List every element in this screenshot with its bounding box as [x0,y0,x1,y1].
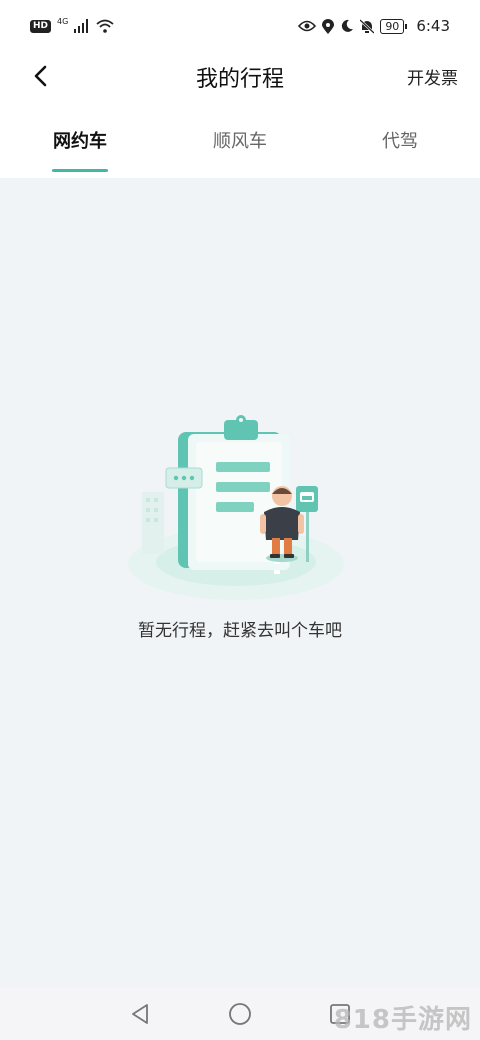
battery-indicator: 90 [380,18,408,34]
status-right: 90 6:43 [298,17,450,35]
invoice-button[interactable]: 开发票 [407,64,458,89]
empty-state-message: 暂无行程，赶紧去叫个车吧 [138,621,342,641]
moon-icon [342,19,354,32]
tab-carpool[interactable]: 顺风车 [160,102,320,178]
tab-ride-hailing[interactable]: 网约车 [0,102,160,178]
status-left: HD 4G [30,17,114,33]
trip-type-tabs: 网约车 顺风车 代驾 [0,102,480,178]
mute-bell-icon [360,18,375,34]
cellular-signal-icon [74,19,89,33]
circle-home-icon [229,1003,251,1025]
back-arrow-icon [34,65,47,87]
clock: 6:43 [416,17,450,35]
nav-home-button[interactable] [220,994,260,1034]
tab-label: 代驾 [382,131,418,152]
location-icon [322,18,335,34]
eye-icon [298,20,317,32]
trip-list-area: 暂无行程，赶紧去叫个车吧 [0,178,480,988]
watermark-text: 818手游网 [333,1005,472,1035]
triangle-back-icon [132,1004,148,1024]
tab-label: 顺风车 [213,131,267,152]
empty-trips-illustration [128,415,344,600]
tab-label: 网约车 [53,131,107,152]
page-title: 我的行程 [195,67,284,92]
nav-back-button[interactable] [120,994,160,1034]
status-bar: HD 4G 90 6:43 [0,0,480,52]
tab-designated-driver[interactable]: 代驾 [320,102,480,178]
title-bar: 我的行程 开发票 [0,52,480,102]
wifi-icon [96,19,114,33]
back-button[interactable] [26,62,54,90]
network-type-label: 4G [57,17,69,26]
hd-icon: HD [30,19,52,33]
active-tab-indicator [52,169,108,172]
